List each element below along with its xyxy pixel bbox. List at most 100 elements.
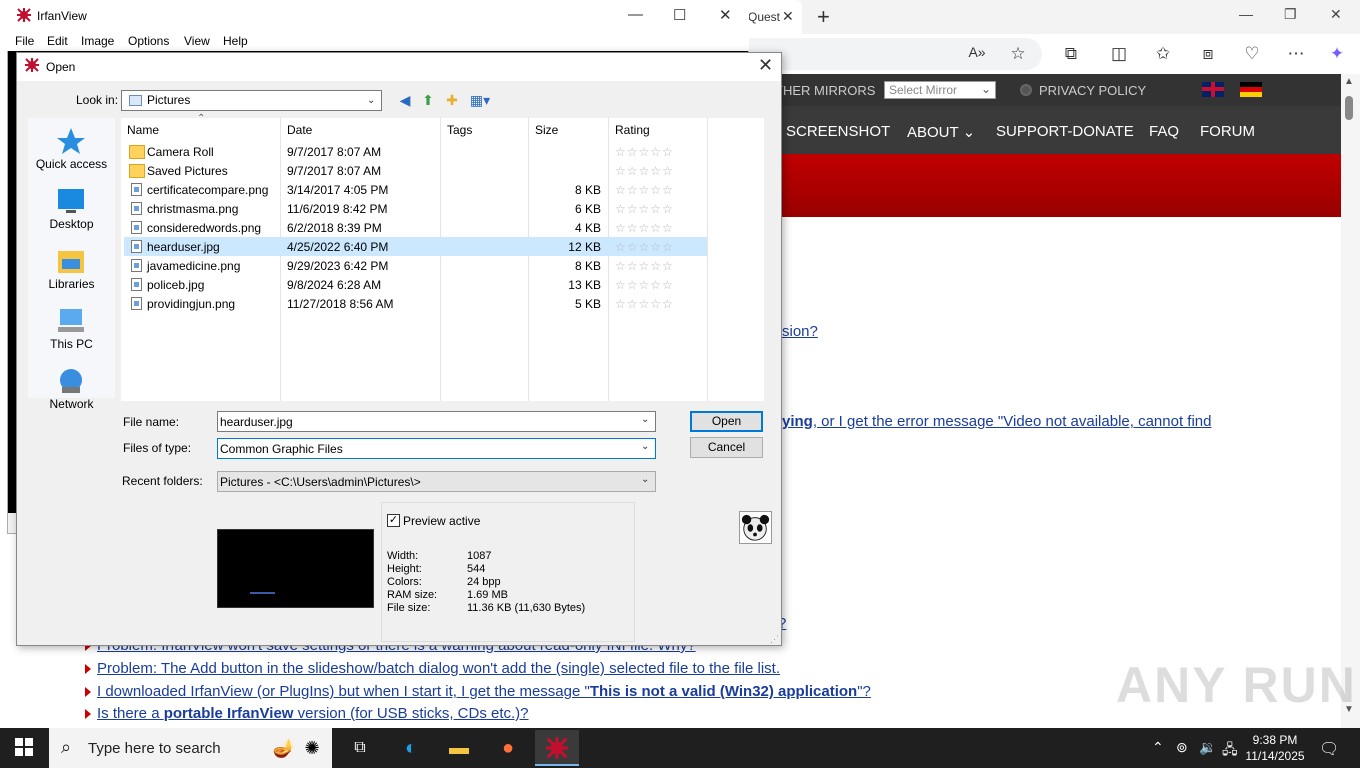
address-bar[interactable] bbox=[740, 38, 1042, 70]
rating-stars-icon[interactable]: ☆☆☆☆☆ bbox=[615, 183, 674, 197]
meet-icon[interactable]: ⊚ bbox=[1176, 739, 1188, 756]
menu-view[interactable]: View bbox=[184, 34, 210, 48]
faq-link[interactable]: sion? bbox=[782, 323, 818, 340]
column-date[interactable]: Date bbox=[287, 123, 312, 137]
menu-edit[interactable]: Edit bbox=[47, 34, 68, 48]
read-aloud-icon[interactable]: A» bbox=[966, 44, 988, 60]
column-tags[interactable]: Tags bbox=[447, 123, 472, 137]
privacy-policy-link[interactable]: PRIVACY POLICY bbox=[1039, 83, 1146, 98]
this-pc-icon[interactable] bbox=[56, 307, 86, 335]
scroll-up-icon[interactable]: ▲ bbox=[1344, 76, 1354, 87]
open-button[interactable]: Open bbox=[690, 411, 763, 432]
cancel-button[interactable]: Cancel bbox=[690, 437, 763, 458]
file-explorer-icon[interactable]: ▬ bbox=[437, 730, 481, 766]
resize-grip-icon[interactable]: ⋰ bbox=[770, 634, 779, 645]
rating-stars-icon[interactable]: ☆☆☆☆☆ bbox=[615, 259, 674, 273]
faq-link[interactable]: ying, or I get the error message "Video … bbox=[782, 413, 1211, 430]
file-row[interactable]: certificatecompare.png 3/14/2017 4:05 PM 8… bbox=[124, 180, 707, 199]
edge-icon[interactable]: ◐ bbox=[389, 730, 433, 766]
notification-icon[interactable]: 🗨 bbox=[1319, 739, 1339, 759]
tab-close-icon[interactable]: ✕ bbox=[782, 8, 794, 25]
task-view-icon[interactable]: ⧉ bbox=[338, 730, 382, 766]
faq-link[interactable]: Is there a portable IrfanView version (f… bbox=[97, 705, 529, 722]
close-icon[interactable]: ✕ bbox=[758, 55, 773, 76]
chevron-down-icon[interactable]: ⌄ bbox=[641, 414, 649, 425]
english-flag-icon[interactable] bbox=[1202, 82, 1224, 97]
chevron-down-icon[interactable]: ⌄ bbox=[641, 474, 649, 485]
file-row[interactable]: policeb.jpg 9/8/2024 6:28 AM 13 KB ☆☆☆☆☆ bbox=[124, 275, 707, 294]
favorites-icon[interactable]: ✩ bbox=[1152, 44, 1174, 64]
split-screen-icon[interactable]: ◫ bbox=[1108, 44, 1130, 64]
restore-icon[interactable]: ❐ bbox=[1284, 6, 1297, 23]
other-mirrors-link[interactable]: THER MIRRORS bbox=[775, 83, 875, 98]
german-flag-icon[interactable] bbox=[1240, 82, 1262, 97]
back-icon[interactable]: ◀ bbox=[396, 91, 414, 109]
performance-icon[interactable]: ♡ bbox=[1241, 44, 1263, 64]
column-rating[interactable]: Rating bbox=[615, 123, 650, 137]
minimize-icon[interactable]: — bbox=[628, 6, 643, 23]
preview-active-label[interactable]: Preview active bbox=[403, 514, 480, 528]
close-icon[interactable]: ✕ bbox=[1330, 6, 1342, 23]
up-folder-icon[interactable]: ⬆ bbox=[419, 91, 437, 109]
search-placeholder[interactable]: Type here to search bbox=[88, 740, 221, 757]
windows-start-icon[interactable] bbox=[15, 738, 33, 756]
favorite-star-icon[interactable]: ☆ bbox=[1007, 44, 1029, 64]
new-tab-icon[interactable]: + bbox=[817, 4, 830, 30]
maximize-icon[interactable]: ☐ bbox=[673, 6, 686, 24]
view-menu-icon[interactable]: ▦▾ bbox=[467, 91, 493, 109]
place-desktop[interactable]: Desktop bbox=[28, 217, 115, 231]
file-row[interactable]: providingjun.png 11/27/2018 8:56 AM 5 KB ☆☆… bbox=[124, 294, 707, 313]
nav-about[interactable]: ABOUT ⌄ bbox=[907, 123, 975, 141]
nav-forum[interactable]: FORUM bbox=[1200, 123, 1255, 140]
mirror-select[interactable]: Select Mirror ⌄ bbox=[884, 81, 996, 99]
chevron-down-icon[interactable]: ⌄ bbox=[641, 441, 649, 452]
tray-chevron-icon[interactable]: ⌃ bbox=[1152, 739, 1164, 756]
rating-stars-icon[interactable]: ☆☆☆☆☆ bbox=[615, 278, 674, 292]
place-network[interactable]: Network bbox=[28, 397, 115, 411]
rating-stars-icon[interactable]: ☆☆☆☆☆ bbox=[615, 145, 674, 159]
column-size[interactable]: Size bbox=[535, 123, 558, 137]
extensions-icon[interactable]: ⧉ bbox=[1060, 44, 1082, 64]
libraries-icon[interactable] bbox=[56, 247, 86, 275]
minimize-icon[interactable]: — bbox=[1239, 6, 1253, 22]
folder-row[interactable]: Saved Pictures 9/7/2017 8:07 AM ☆☆☆☆☆ bbox=[124, 161, 707, 180]
rating-stars-icon[interactable]: ☆☆☆☆☆ bbox=[615, 221, 674, 235]
rating-stars-icon[interactable]: ☆☆☆☆☆ bbox=[615, 240, 674, 254]
search-highlight-icon[interactable]: ✺ bbox=[290, 730, 334, 766]
close-icon[interactable]: ✕ bbox=[719, 6, 732, 24]
faq-link[interactable]: I downloaded IrfanView (or PlugIns) but … bbox=[97, 683, 871, 700]
faq-link[interactable]: Problem: The Add button in the slideshow… bbox=[97, 660, 780, 677]
place-quick-access[interactable]: Quick access bbox=[28, 157, 115, 171]
place-this-pc[interactable]: This PC bbox=[28, 337, 115, 351]
rating-stars-icon[interactable]: ☆☆☆☆☆ bbox=[615, 164, 674, 178]
file-row[interactable]: consideredwords.png 6/2/2018 8:39 PM 4 KB ☆… bbox=[124, 218, 707, 237]
new-folder-icon[interactable]: ✚ bbox=[443, 91, 461, 109]
menu-options[interactable]: Options bbox=[128, 34, 169, 48]
network-icon[interactable]: 🖧 bbox=[1222, 739, 1238, 763]
folder-row[interactable]: Camera Roll 9/7/2017 8:07 AM ☆☆☆☆☆ bbox=[124, 142, 707, 161]
clock[interactable]: 9:38 PM 11/14/2025 bbox=[1244, 732, 1306, 764]
nav-faq[interactable]: FAQ bbox=[1149, 123, 1179, 140]
file-row[interactable]: christmasma.png 11/6/2019 8:42 PM 6 KB ☆☆☆☆… bbox=[124, 199, 707, 218]
file-row[interactable]: hearduser.jpg 4/25/2022 6:40 PM 12 KB ☆☆☆☆☆ bbox=[124, 237, 707, 256]
menu-file[interactable]: File bbox=[15, 34, 34, 48]
firefox-icon[interactable]: ● bbox=[486, 730, 530, 766]
copilot-icon[interactable]: ✦ bbox=[1326, 44, 1348, 64]
scrollbar-thumb[interactable] bbox=[1345, 96, 1353, 120]
rating-stars-icon[interactable]: ☆☆☆☆☆ bbox=[615, 297, 674, 311]
menu-help[interactable]: Help bbox=[223, 34, 248, 48]
collections-icon[interactable]: ⧈ bbox=[1197, 44, 1219, 64]
menu-image[interactable]: Image bbox=[81, 34, 114, 48]
network-icon[interactable] bbox=[56, 367, 86, 395]
place-libraries[interactable]: Libraries bbox=[28, 277, 115, 291]
volume-icon[interactable]: 🔉 bbox=[1199, 739, 1216, 756]
file-row[interactable]: javamedicine.png 9/29/2023 6:42 PM 8 KB ☆☆☆… bbox=[124, 256, 707, 275]
desktop-icon[interactable] bbox=[56, 187, 86, 215]
rating-stars-icon[interactable]: ☆☆☆☆☆ bbox=[615, 202, 674, 216]
irfanview-taskbar-icon[interactable] bbox=[535, 730, 579, 766]
more-menu-icon[interactable]: ⋯ bbox=[1285, 44, 1307, 64]
column-name[interactable]: Name bbox=[127, 123, 159, 137]
nav-screenshot[interactable]: SCREENSHOT bbox=[786, 123, 890, 140]
nav-support-donate[interactable]: SUPPORT-DONATE bbox=[996, 123, 1134, 140]
preview-active-checkbox[interactable]: ✓ bbox=[387, 514, 400, 527]
